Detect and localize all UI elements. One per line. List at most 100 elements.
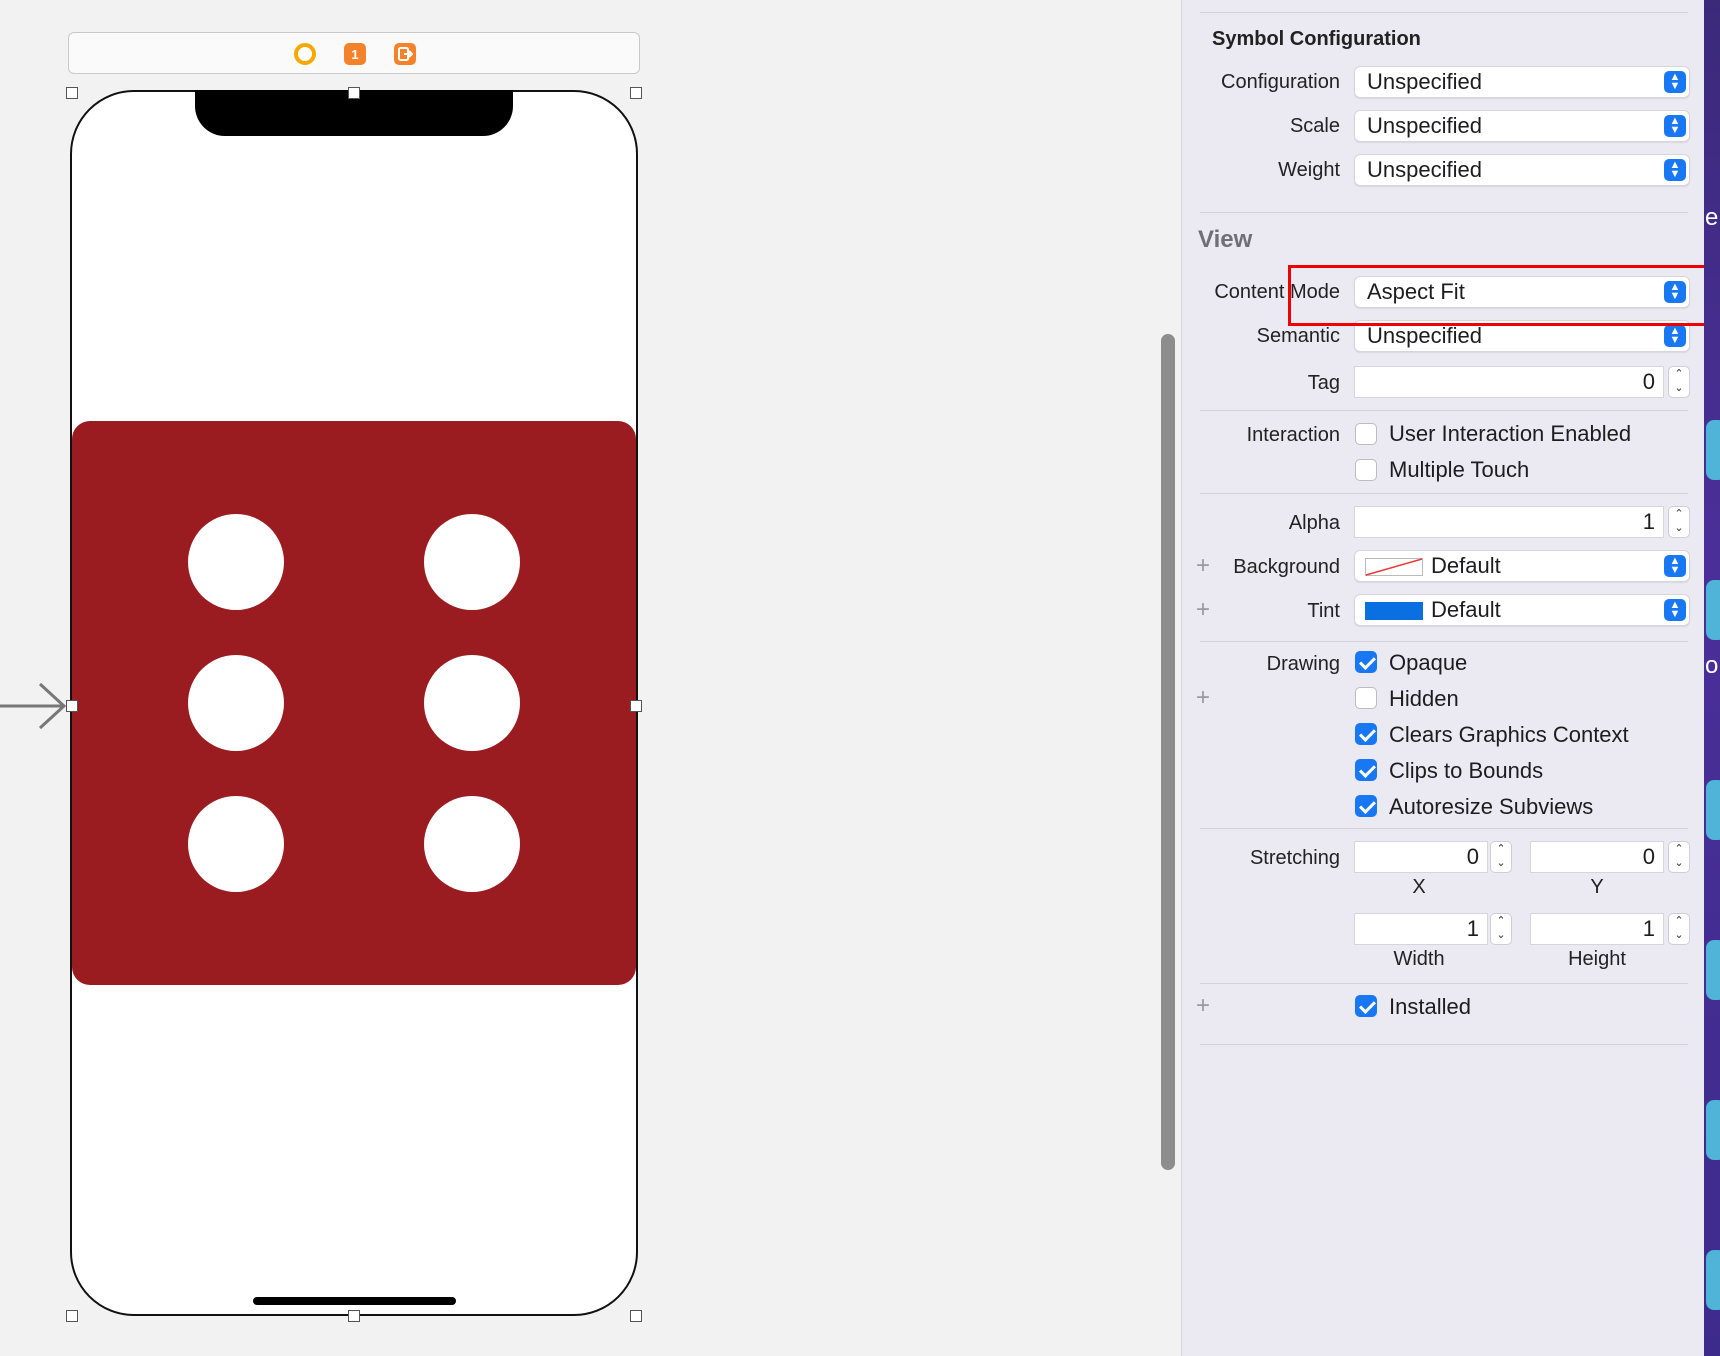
scale-value: Unspecified xyxy=(1367,113,1482,138)
scene-dock: 1 xyxy=(68,32,640,74)
multiple-touch-checkbox[interactable] xyxy=(1355,459,1377,481)
alpha-stepper[interactable]: ⌃ ⌄ xyxy=(1668,506,1690,538)
resize-handle-top-right[interactable] xyxy=(630,87,642,99)
desktop-icon-fragment xyxy=(1706,1100,1720,1160)
stretching-width-label: Width xyxy=(1393,948,1445,970)
scale-popup[interactable]: Unspecified ▲ ▼ xyxy=(1354,110,1690,142)
first-responder-icon[interactable]: 1 xyxy=(344,43,366,65)
stretching-width-stepper[interactable]: ⌃ ⌄ xyxy=(1490,913,1512,945)
dice-pip xyxy=(188,655,284,751)
dice-pip xyxy=(424,514,520,610)
divider xyxy=(1200,410,1688,411)
resize-handle-bottom[interactable] xyxy=(348,1310,360,1322)
dice-image-view[interactable] xyxy=(72,421,636,985)
xcode-window: 1 Symbol Configuration Configuration Uns… xyxy=(0,0,1720,1356)
clips-to-bounds-checkbox[interactable] xyxy=(1355,759,1377,781)
opaque-label: Opaque xyxy=(1389,650,1468,675)
stretching-y-stepper[interactable]: ⌃ ⌄ xyxy=(1668,841,1690,873)
semantic-value: Unspecified xyxy=(1367,323,1482,348)
stretching-y-label: Y xyxy=(1590,876,1604,898)
tint-label: Tint xyxy=(1307,600,1340,622)
multiple-touch-label: Multiple Touch xyxy=(1389,457,1530,482)
resize-handle-bottom-right[interactable] xyxy=(630,1310,642,1322)
annotation-highlight-box xyxy=(1288,265,1720,326)
weight-value: Unspecified xyxy=(1367,157,1482,182)
stretching-width-field[interactable]: 1 xyxy=(1354,913,1488,945)
edge-text-top: er xyxy=(1705,204,1720,231)
alpha-field[interactable]: 1 xyxy=(1354,506,1664,538)
configuration-popup[interactable]: Unspecified ▲ ▼ xyxy=(1354,66,1690,98)
stretching-y-field[interactable]: 0 xyxy=(1530,841,1664,873)
stretching-x-field[interactable]: 0 xyxy=(1354,841,1488,873)
add-installed-variation-button[interactable]: + xyxy=(1196,994,1210,1018)
chevron-up-down-icon: ▲ ▼ xyxy=(1664,159,1686,181)
installed-checkbox[interactable] xyxy=(1355,995,1377,1017)
background-color-popup[interactable]: Default ▲ ▼ xyxy=(1354,550,1690,582)
desktop-icon-fragment xyxy=(1706,1250,1720,1310)
autoresize-subviews-checkbox[interactable] xyxy=(1355,795,1377,817)
hidden-label: Hidden xyxy=(1389,686,1459,711)
dice-pip xyxy=(424,655,520,751)
background-label: Background xyxy=(1233,556,1340,578)
resize-handle-top[interactable] xyxy=(348,87,360,99)
initial-view-controller-arrow-icon[interactable] xyxy=(0,678,70,734)
canvas-vertical-scrollbar[interactable] xyxy=(1161,334,1175,1170)
stretching-height-field[interactable]: 1 xyxy=(1530,913,1664,945)
drawing-label: Drawing xyxy=(1266,653,1340,675)
background-value: Default xyxy=(1431,553,1501,578)
add-hidden-variation-button[interactable]: + xyxy=(1196,686,1210,710)
divider xyxy=(1200,983,1688,984)
clears-graphics-context-label: Clears Graphics Context xyxy=(1389,722,1629,747)
configuration-value: Unspecified xyxy=(1367,69,1482,94)
home-indicator xyxy=(253,1297,456,1305)
resize-handle-bottom-left[interactable] xyxy=(66,1310,78,1322)
semantic-label: Semantic xyxy=(1256,325,1340,347)
clips-to-bounds-label: Clips to Bounds xyxy=(1389,758,1544,783)
tint-value: Default xyxy=(1431,597,1501,622)
resize-handle-top-left[interactable] xyxy=(66,87,78,99)
user-interaction-enabled-label: User Interaction Enabled xyxy=(1389,421,1632,446)
view-controller-icon[interactable] xyxy=(294,43,316,65)
tint-color-swatch xyxy=(1365,602,1423,620)
installed-label: Installed xyxy=(1389,994,1471,1019)
chevron-up-down-icon: ▲ ▼ xyxy=(1664,325,1686,347)
dice-pip xyxy=(188,796,284,892)
alpha-label: Alpha xyxy=(1288,512,1340,534)
tag-field[interactable]: 0 xyxy=(1354,366,1664,398)
opaque-checkbox[interactable] xyxy=(1355,651,1377,673)
tag-stepper[interactable]: ⌃ ⌄ xyxy=(1668,366,1690,398)
stretching-x-label: X xyxy=(1412,876,1426,898)
hidden-checkbox[interactable] xyxy=(1355,687,1377,709)
desktop-icon-fragment xyxy=(1706,580,1720,640)
divider xyxy=(1200,493,1688,494)
resize-handle-left[interactable] xyxy=(66,700,78,712)
resize-handle-right[interactable] xyxy=(630,700,642,712)
tag-label: Tag xyxy=(1307,372,1340,394)
no-color-swatch-icon xyxy=(1365,558,1423,576)
stretching-height-stepper[interactable]: ⌃ ⌄ xyxy=(1668,913,1690,945)
stretching-x-stepper[interactable]: ⌃ ⌄ xyxy=(1490,841,1512,873)
symbol-configuration-title: Symbol Configuration xyxy=(1212,28,1421,50)
dice-pip xyxy=(188,514,284,610)
autoresize-subviews-label: Autoresize Subviews xyxy=(1389,794,1594,819)
user-interaction-enabled-checkbox[interactable] xyxy=(1355,423,1377,445)
weight-popup[interactable]: Unspecified ▲ ▼ xyxy=(1354,154,1690,186)
divider xyxy=(1200,641,1688,642)
edge-text-mid: or xyxy=(1705,652,1720,679)
storyboard-canvas[interactable]: 1 xyxy=(0,0,1152,1356)
stretching-label: Stretching xyxy=(1249,847,1340,869)
chevron-up-down-icon: ▲ ▼ xyxy=(1664,599,1686,621)
weight-label: Weight xyxy=(1278,159,1340,181)
exit-icon[interactable] xyxy=(394,43,416,65)
divider xyxy=(1200,1044,1688,1045)
interaction-label: Interaction xyxy=(1246,424,1340,446)
divider xyxy=(1200,828,1688,829)
stretching-height-label: Height xyxy=(1568,948,1626,970)
configuration-label: Configuration xyxy=(1221,71,1340,93)
chevron-up-down-icon: ▲ ▼ xyxy=(1664,555,1686,577)
divider xyxy=(1200,212,1688,213)
dice-body xyxy=(72,421,636,985)
desktop-icon-fragment xyxy=(1706,940,1720,1000)
clears-graphics-context-checkbox[interactable] xyxy=(1355,723,1377,745)
tint-color-popup[interactable]: Default ▲ ▼ xyxy=(1354,594,1690,626)
